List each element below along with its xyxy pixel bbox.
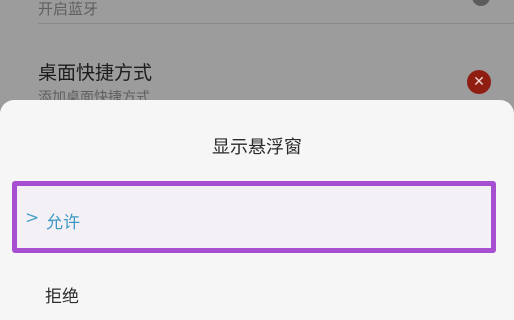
dialog-title: 显示悬浮窗 <box>212 137 302 158</box>
close-icon[interactable]: ✕ <box>467 70 491 94</box>
divider <box>38 23 514 24</box>
shortcut-title: 桌面快捷方式 <box>38 62 153 84</box>
setting-row-desktop-shortcut[interactable]: 桌面快捷方式 添加桌面快捷方式 ✕ <box>0 38 514 106</box>
option-deny-label: 拒绝 <box>45 287 79 307</box>
bluetooth-subtitle: 开启蓝牙 <box>38 0 99 18</box>
option-allow-label: 允许 <box>46 213 80 233</box>
bluetooth-toggle[interactable] <box>472 0 490 6</box>
setting-row-bluetooth[interactable]: 开启蓝牙 <box>0 0 514 36</box>
option-deny[interactable]: 拒绝 <box>12 266 496 316</box>
floating-window-dialog: 显示悬浮窗 > 允许 拒绝 <box>0 100 514 320</box>
chevron-right-icon: > <box>25 208 40 228</box>
option-allow[interactable]: > 允许 <box>12 181 496 253</box>
